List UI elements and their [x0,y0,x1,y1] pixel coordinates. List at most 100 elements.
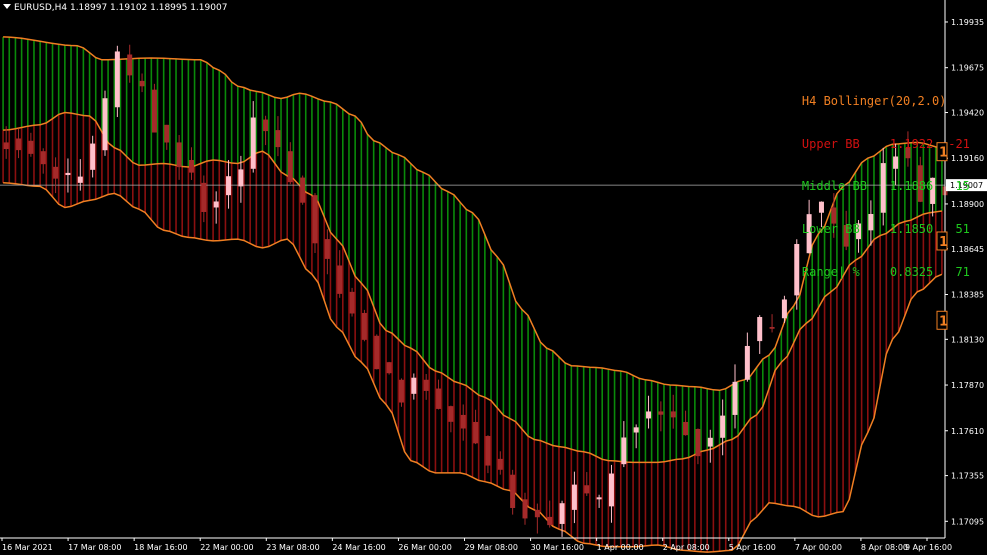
panel-row-middle: Middle BB 1.1886 15 [773,165,970,208]
candle-body [139,80,145,87]
candle-body [361,312,367,340]
candle-body [571,484,577,510]
price-axis-label: 1.17355 [951,472,984,481]
candle-body [250,117,256,169]
time-axis-label: 22 Mar 00:00 [200,543,253,552]
candle-body [53,166,59,179]
candle-body [720,415,726,438]
candle-body [584,485,590,494]
candle-body [102,98,108,151]
candle-body [201,182,207,212]
candle-body [226,176,232,196]
candle-body [448,406,454,422]
panel-value: 0.8325 [889,264,934,279]
time-axis-label: 26 Mar 00:00 [398,543,451,552]
panel-label: Middle BB [801,179,867,194]
candle-body [621,437,627,465]
candle-body [127,54,133,76]
candle-body [497,458,503,470]
time-axis-label: 29 Mar 08:00 [465,543,518,552]
candle-body [324,239,330,259]
symbol-ohlc-text: EURUSD,H4 1.18997 1.19102 1.18995 1.1900… [14,3,228,13]
time-axis-label: 2 Apr 08:00 [663,543,710,552]
price-axis-label: 1.19675 [951,64,984,73]
candle-body [707,437,713,447]
panel-value: 1.1922 [889,136,934,151]
candle-body [522,499,528,519]
candle-body [337,265,343,294]
candle-body [287,151,293,183]
price-axis-label: 1.18130 [951,335,984,344]
time-axis-label: 7 Apr 00:00 [795,543,842,552]
candle-body [757,317,763,342]
panel-label: Lower BB [801,222,860,237]
candle-body [608,473,614,507]
symbol-header: EURUSD,H4 1.18997 1.19102 1.18995 1.1900… [3,3,227,13]
candle-body [349,291,355,314]
candle-body [695,428,701,457]
candle-body [485,436,491,466]
candle-body [510,474,516,508]
panel-row-range: Range| % 0.8325 71 [773,250,970,293]
time-axis-label: 23 Mar 08:00 [266,543,319,552]
candle-body [300,177,306,203]
candle-body [732,381,738,415]
panel-points: 71 [955,264,970,279]
candle-body [683,421,689,436]
time-axis-label: 1 Apr 00:00 [597,543,644,552]
candle-body [164,124,170,143]
candle-body [769,327,775,329]
price-axis-label: 1.17870 [951,381,984,390]
candle-body [423,379,429,391]
candle-body [547,516,553,526]
candle-body [646,411,652,419]
dropdown-triangle-icon[interactable] [3,4,11,9]
candle-body [275,130,281,148]
candle-body [460,414,466,429]
time-axis-label: 16 Mar 2021 [2,543,53,552]
candle-body [263,119,269,132]
candle-body [374,335,380,370]
candle-body [188,159,194,173]
candle-body [114,51,120,108]
candle-body [398,379,404,403]
band-marker-label: 1 [939,314,948,329]
panel-label: Range| % [801,264,860,279]
panel-label: Upper BB [801,136,860,151]
candle-body [633,427,639,433]
panel-points: 51 [955,222,970,237]
candle-body [658,411,664,415]
candle-body [411,377,417,394]
candle-body [65,172,71,176]
candle-body [436,388,442,409]
panel-value: 1.1850 [889,222,934,237]
candle-body [176,142,182,168]
candle-body [559,503,565,524]
time-axis-label: 24 Mar 16:00 [332,543,385,552]
panel-points: -21 [948,136,970,151]
bollinger-info-panel: H4 Bollinger(20,2.0) Upper BB 1.1922 -21 M… [773,80,970,293]
candle-body [213,201,219,208]
candle-body [151,89,157,133]
candle-body [28,140,34,154]
candle-body [473,421,479,444]
panel-title-text: H4 Bollinger(20,2.0) [801,94,947,109]
candle-body [3,142,9,150]
panel-points: 15 [955,179,970,194]
candle-body [670,411,676,418]
candle-body [596,497,602,500]
price-axis-label: 1.17095 [951,517,984,526]
candle-body [744,345,750,380]
candle-body [77,176,83,183]
candle-body [40,151,46,165]
time-axis-label: 30 Mar 16:00 [531,543,584,552]
panel-row-lower: Lower BB 1.1850 51 [773,208,970,251]
time-axis-label: 18 Mar 16:00 [134,543,187,552]
candle-body [534,509,540,518]
candle-body [386,362,392,374]
time-axis-label: 9 Apr 16:00 [905,543,952,552]
candle-body [781,299,787,319]
time-axis-label: 17 Mar 08:00 [68,543,121,552]
candle-body [90,143,96,170]
candle-body [238,169,244,187]
